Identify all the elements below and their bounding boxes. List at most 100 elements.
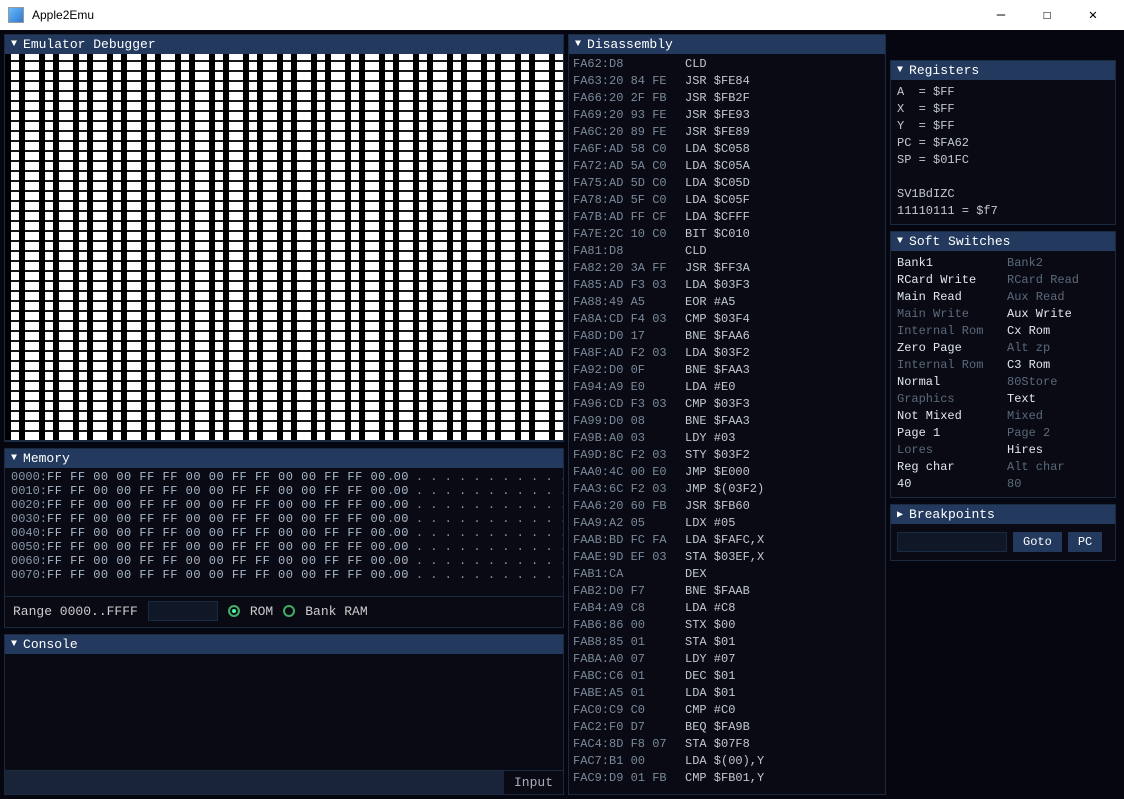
soft-switch-row: 4080 xyxy=(897,476,1109,493)
soft-switch-row: Normal80Store xyxy=(897,374,1109,391)
soft-switch-row: RCard WriteRCard Read xyxy=(897,272,1109,289)
memory-dump[interactable]: 0000:FF FF 00 00 FF FF 00 00 FF FF 00 00… xyxy=(5,468,563,596)
disassembly-row: FAB4:A9 C8 LDA #C8 xyxy=(573,600,881,617)
memory-panel: Memory 0000:FF FF 00 00 FF FF 00 00 FF F… xyxy=(4,448,564,628)
memory-row: 0060:FF FF 00 00 FF FF 00 00 FF FF 00 00… xyxy=(11,554,557,568)
range-input[interactable] xyxy=(148,601,218,621)
registers-content: A = $FF X = $FF Y = $FF PC = $FA62 SP = … xyxy=(891,80,1115,224)
memory-controls: Range 0000..FFFF ROM Bank RAM xyxy=(5,596,563,625)
minimize-button[interactable]: — xyxy=(978,0,1024,30)
disassembly-row: FA8D:D0 17 BNE $FAA6 xyxy=(573,328,881,345)
memory-row: 0010:FF FF 00 00 FF FF 00 00 FF FF 00 00… xyxy=(11,484,557,498)
soft-switches-header[interactable]: Soft Switches xyxy=(891,232,1115,251)
memory-row: 0030:FF FF 00 00 FF FF 00 00 FF FF 00 00… xyxy=(11,512,557,526)
rom-radio[interactable] xyxy=(228,605,240,617)
breakpoints-header[interactable]: Breakpoints xyxy=(891,505,1115,524)
disassembly-row: FA9B:A0 03 LDY #03 xyxy=(573,430,881,447)
disassembly-row: FA8A:CD F4 03 CMP $03F4 xyxy=(573,311,881,328)
memory-row: 0000:FF FF 00 00 FF FF 00 00 FF FF 00 00… xyxy=(11,470,557,484)
workspace: Emulator Debugger Memory 0000:FF FF 00 0… xyxy=(0,30,1124,799)
disassembly-row: FAB1:CA DEX xyxy=(573,566,881,583)
memory-row: 0020:FF FF 00 00 FF FF 00 00 FF FF 00 00… xyxy=(11,498,557,512)
disassembly-row: FAC2:F0 D7 BEQ $FA9B xyxy=(573,719,881,736)
disassembly-header[interactable]: Disassembly xyxy=(569,35,885,54)
console-panel: Console Input xyxy=(4,634,564,795)
disassembly-row: FAAE:9D EF 03 STA $03EF,X xyxy=(573,549,881,566)
disassembly-row: FAC4:8D F8 07 STA $07F8 xyxy=(573,736,881,753)
disassembly-row: FA94:A9 E0 LDA #E0 xyxy=(573,379,881,396)
bankram-label: Bank RAM xyxy=(305,604,367,619)
window-title: Apple2Emu xyxy=(32,8,94,22)
disassembly-row: FABA:A0 07 LDY #07 xyxy=(573,651,881,668)
soft-switch-row: Main ReadAux Read xyxy=(897,289,1109,306)
disassembly-row: FAA3:6C F2 03 JMP $(03F2) xyxy=(573,481,881,498)
soft-switch-row: Zero PageAlt zp xyxy=(897,340,1109,357)
soft-switch-row: Page 1Page 2 xyxy=(897,425,1109,442)
memory-row: 0050:FF FF 00 00 FF FF 00 00 FF FF 00 00… xyxy=(11,540,557,554)
disassembly-row: FAB2:D0 F7 BNE $FAAB xyxy=(573,583,881,600)
console-input-label: Input xyxy=(504,771,563,794)
breakpoint-address-input[interactable] xyxy=(897,532,1007,552)
registers-header[interactable]: Registers xyxy=(891,61,1115,80)
emulator-debugger-panel: Emulator Debugger xyxy=(4,34,564,442)
console-header[interactable]: Console xyxy=(5,635,563,654)
disassembly-row: FABE:A5 01 LDA $01 xyxy=(573,685,881,702)
soft-switch-row: LoresHires xyxy=(897,442,1109,459)
disassembly-row: FAAB:BD FC FA LDA $FAFC,X xyxy=(573,532,881,549)
pc-button[interactable]: PC xyxy=(1068,532,1102,552)
titlebar: Apple2Emu — ☐ ✕ xyxy=(0,0,1124,30)
disassembly-row: FAA0:4C 00 E0 JMP $E000 xyxy=(573,464,881,481)
app-icon xyxy=(8,7,24,23)
disassembly-row: FAA6:20 60 FB JSR $FB60 xyxy=(573,498,881,515)
goto-button[interactable]: Goto xyxy=(1013,532,1062,552)
disassembly-row: FA72:AD 5A C0 LDA $C05A xyxy=(573,158,881,175)
disassembly-row: FA99:D0 08 BNE $FAA3 xyxy=(573,413,881,430)
soft-switch-row: GraphicsText xyxy=(897,391,1109,408)
disassembly-row: FAB6:86 00 STX $00 xyxy=(573,617,881,634)
disassembly-row: FA9D:8C F2 03 STY $03F2 xyxy=(573,447,881,464)
disassembly-row: FA7E:2C 10 C0 BIT $C010 xyxy=(573,226,881,243)
close-button[interactable]: ✕ xyxy=(1070,0,1116,30)
soft-switch-row: Bank1Bank2 xyxy=(897,255,1109,272)
soft-switches-content: Bank1Bank2RCard WriteRCard ReadMain Read… xyxy=(891,251,1115,497)
disassembly-row: FAC9:D9 01 FB CMP $FB01,Y xyxy=(573,770,881,787)
disassembly-row: FA63:20 84 FE JSR $FE84 xyxy=(573,73,881,90)
disassembly-row: FA88:49 A5 EOR #A5 xyxy=(573,294,881,311)
rom-label: ROM xyxy=(250,604,273,619)
soft-switches-panel: Soft Switches Bank1Bank2RCard WriteRCard… xyxy=(890,231,1116,498)
maximize-button[interactable]: ☐ xyxy=(1024,0,1070,30)
emulator-debugger-header[interactable]: Emulator Debugger xyxy=(5,35,563,54)
memory-header[interactable]: Memory xyxy=(5,449,563,468)
disassembly-listing[interactable]: FA62:D8 CLDFA63:20 84 FE JSR $FE84FA66:2… xyxy=(569,54,885,789)
disassembly-panel: Disassembly FA62:D8 CLDFA63:20 84 FE JSR… xyxy=(568,34,886,795)
console-output[interactable] xyxy=(5,654,563,770)
disassembly-row: FABC:C6 01 DEC $01 xyxy=(573,668,881,685)
disassembly-row: FA7B:AD FF CF LDA $CFFF xyxy=(573,209,881,226)
soft-switch-row: Internal RomCx Rom xyxy=(897,323,1109,340)
disassembly-row: FAC0:C9 C0 CMP #C0 xyxy=(573,702,881,719)
registers-panel: Registers A = $FF X = $FF Y = $FF PC = $… xyxy=(890,60,1116,225)
disassembly-row: FA6F:AD 58 C0 LDA $C058 xyxy=(573,141,881,158)
soft-switch-row: Main WriteAux Write xyxy=(897,306,1109,323)
soft-switch-row: Reg charAlt char xyxy=(897,459,1109,476)
disassembly-row: FA96:CD F3 03 CMP $03F3 xyxy=(573,396,881,413)
disassembly-row: FA85:AD F3 03 LDA $03F3 xyxy=(573,277,881,294)
disassembly-row: FAA9:A2 05 LDX #05 xyxy=(573,515,881,532)
console-input[interactable] xyxy=(5,771,504,794)
disassembly-row: FA92:D0 0F BNE $FAA3 xyxy=(573,362,881,379)
breakpoints-content: Goto PC xyxy=(891,524,1115,560)
memory-row: 0070:FF FF 00 00 FF FF 00 00 FF FF 00 00… xyxy=(11,568,557,582)
disassembly-row: FAB8:85 01 STA $01 xyxy=(573,634,881,651)
disassembly-row: FA75:AD 5D C0 LDA $C05D xyxy=(573,175,881,192)
disassembly-row: FA8F:AD F2 03 LDA $03F2 xyxy=(573,345,881,362)
range-label: Range 0000..FFFF xyxy=(13,604,138,619)
disassembly-row: FA81:D8 CLD xyxy=(573,243,881,260)
breakpoints-panel: Breakpoints Goto PC xyxy=(890,504,1116,561)
soft-switch-row: Internal RomC3 Rom xyxy=(897,357,1109,374)
disassembly-row: FA82:20 3A FF JSR $FF3A xyxy=(573,260,881,277)
disassembly-row: FA66:20 2F FB JSR $FB2F xyxy=(573,90,881,107)
bankram-radio[interactable] xyxy=(283,605,295,617)
disassembly-row: FA62:D8 CLD xyxy=(573,56,881,73)
soft-switch-row: Not MixedMixed xyxy=(897,408,1109,425)
emulator-screen[interactable] xyxy=(5,54,563,441)
